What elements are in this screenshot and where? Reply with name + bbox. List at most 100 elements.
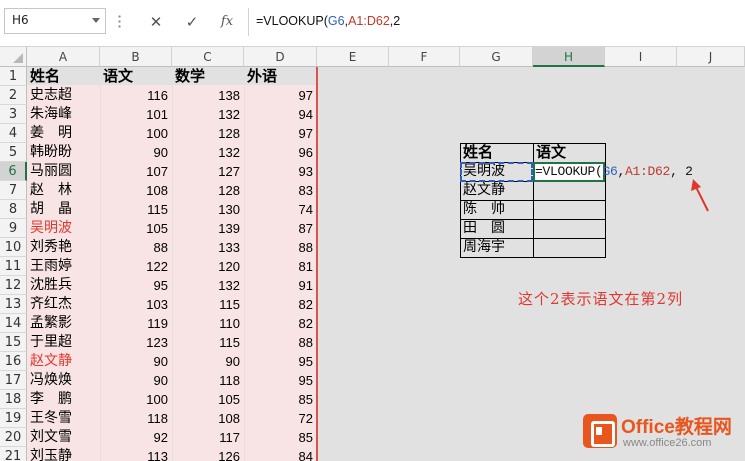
score-cell[interactable]: 118 xyxy=(172,371,240,390)
formula-input[interactable]: =VLOOKUP(G6,A1:D62,2 xyxy=(256,14,400,28)
score-cell[interactable]: 115 xyxy=(172,295,240,314)
score-cell[interactable]: 72 xyxy=(244,409,313,428)
lookup-header-cell[interactable]: 姓名 xyxy=(463,143,493,162)
name-cell[interactable]: 姜 明 xyxy=(30,124,72,143)
name-cell[interactable]: 刘秀艳 xyxy=(30,238,72,257)
row-header-18[interactable]: 18 xyxy=(0,390,27,409)
cancel-button[interactable]: ✕ xyxy=(144,11,168,33)
score-cell[interactable]: 105 xyxy=(100,219,168,238)
insert-function-button[interactable]: fx xyxy=(215,11,239,33)
score-cell[interactable]: 113 xyxy=(100,447,168,461)
score-cell[interactable]: 116 xyxy=(100,86,168,105)
enter-button[interactable]: ✓ xyxy=(180,11,204,33)
score-cell[interactable]: 96 xyxy=(244,143,313,162)
score-cell[interactable]: 82 xyxy=(244,295,313,314)
score-cell[interactable]: 82 xyxy=(244,314,313,333)
header-cell[interactable]: 数学 xyxy=(175,67,241,86)
name-cell[interactable]: 冯焕焕 xyxy=(30,371,72,390)
drag-handle-icon[interactable] xyxy=(118,14,121,28)
score-cell[interactable]: 95 xyxy=(100,276,168,295)
score-cell[interactable]: 139 xyxy=(172,219,240,238)
row-header-5[interactable]: 5 xyxy=(0,143,27,162)
column-header-h[interactable]: H xyxy=(533,47,605,67)
row-header-14[interactable]: 14 xyxy=(0,314,27,333)
score-cell[interactable]: 90 xyxy=(100,352,168,371)
name-cell[interactable]: 史志超 xyxy=(30,86,72,105)
score-cell[interactable]: 119 xyxy=(100,314,168,333)
name-cell[interactable]: 马丽圆 xyxy=(30,162,72,181)
score-cell[interactable]: 132 xyxy=(172,105,240,124)
lookup-name-cell[interactable]: 田 圆 xyxy=(463,219,505,238)
score-cell[interactable]: 87 xyxy=(244,219,313,238)
row-header-10[interactable]: 10 xyxy=(0,238,27,257)
header-cell[interactable]: 外语 xyxy=(247,67,314,86)
score-cell[interactable]: 107 xyxy=(100,162,168,181)
name-cell[interactable]: 王冬雪 xyxy=(30,409,72,428)
row-header-21[interactable]: 21 xyxy=(0,447,27,461)
score-cell[interactable]: 97 xyxy=(244,86,313,105)
name-cell[interactable]: 胡 晶 xyxy=(30,200,72,219)
score-cell[interactable]: 88 xyxy=(244,238,313,257)
row-header-9[interactable]: 9 xyxy=(0,219,27,238)
column-header-a[interactable]: A xyxy=(27,47,100,67)
score-cell[interactable]: 117 xyxy=(172,428,240,447)
lookup-header-cell[interactable]: 语文 xyxy=(536,143,566,162)
score-cell[interactable]: 110 xyxy=(172,314,240,333)
column-header-d[interactable]: D xyxy=(244,47,317,67)
row-header-6[interactable]: 6 xyxy=(0,162,27,181)
score-cell[interactable]: 128 xyxy=(172,124,240,143)
row-header-11[interactable]: 11 xyxy=(0,257,27,276)
name-cell[interactable]: 齐红杰 xyxy=(30,295,72,314)
column-header-b[interactable]: B xyxy=(100,47,172,67)
name-cell[interactable]: 于里超 xyxy=(30,333,72,352)
column-header-e[interactable]: E xyxy=(317,47,389,67)
score-cell[interactable]: 92 xyxy=(100,428,168,447)
score-cell[interactable]: 83 xyxy=(244,181,313,200)
score-cell[interactable]: 118 xyxy=(100,409,168,428)
score-cell[interactable]: 91 xyxy=(244,276,313,295)
row-header-19[interactable]: 19 xyxy=(0,409,27,428)
score-cell[interactable]: 93 xyxy=(244,162,313,181)
name-cell[interactable]: 刘文雪 xyxy=(30,428,72,447)
row-header-20[interactable]: 20 xyxy=(0,428,27,447)
row-header-13[interactable]: 13 xyxy=(0,295,27,314)
score-cell[interactable]: 101 xyxy=(100,105,168,124)
score-cell[interactable]: 90 xyxy=(100,371,168,390)
score-cell[interactable]: 115 xyxy=(100,200,168,219)
score-cell[interactable]: 90 xyxy=(100,143,168,162)
score-cell[interactable]: 95 xyxy=(244,371,313,390)
score-cell[interactable]: 108 xyxy=(100,181,168,200)
name-cell[interactable]: 韩盼盼 xyxy=(30,143,72,162)
score-cell[interactable]: 122 xyxy=(100,257,168,276)
column-header-c[interactable]: C xyxy=(172,47,244,67)
score-cell[interactable]: 133 xyxy=(172,238,240,257)
name-cell[interactable]: 朱海峰 xyxy=(30,105,72,124)
row-header-17[interactable]: 17 xyxy=(0,371,27,390)
score-cell[interactable]: 123 xyxy=(100,333,168,352)
row-header-4[interactable]: 4 xyxy=(0,124,27,143)
name-cell[interactable]: 吴明波 xyxy=(30,219,72,238)
name-cell[interactable]: 刘玉静 xyxy=(30,447,72,461)
score-cell[interactable]: 127 xyxy=(172,162,240,181)
header-cell[interactable]: 姓名 xyxy=(30,67,97,86)
score-cell[interactable]: 126 xyxy=(172,447,240,461)
name-cell[interactable]: 孟繁影 xyxy=(30,314,72,333)
score-cell[interactable]: 132 xyxy=(172,276,240,295)
column-header-j[interactable]: J xyxy=(677,47,745,67)
row-header-8[interactable]: 8 xyxy=(0,200,27,219)
score-cell[interactable]: 138 xyxy=(172,86,240,105)
row-header-16[interactable]: 16 xyxy=(0,352,27,371)
cell-edit-formula[interactable]: =VLOOKUP(G6,A1:D62, 2 xyxy=(535,164,693,179)
name-cell[interactable]: 赵 林 xyxy=(30,181,72,200)
score-cell[interactable]: 85 xyxy=(244,390,313,409)
score-cell[interactable]: 100 xyxy=(100,124,168,143)
row-header-2[interactable]: 2 xyxy=(0,86,27,105)
score-cell[interactable]: 132 xyxy=(172,143,240,162)
score-cell[interactable]: 95 xyxy=(244,352,313,371)
column-header-g[interactable]: G xyxy=(460,47,533,67)
row-header-15[interactable]: 15 xyxy=(0,333,27,352)
score-cell[interactable]: 130 xyxy=(172,200,240,219)
score-cell[interactable]: 105 xyxy=(172,390,240,409)
score-cell[interactable]: 74 xyxy=(244,200,313,219)
score-cell[interactable]: 120 xyxy=(172,257,240,276)
